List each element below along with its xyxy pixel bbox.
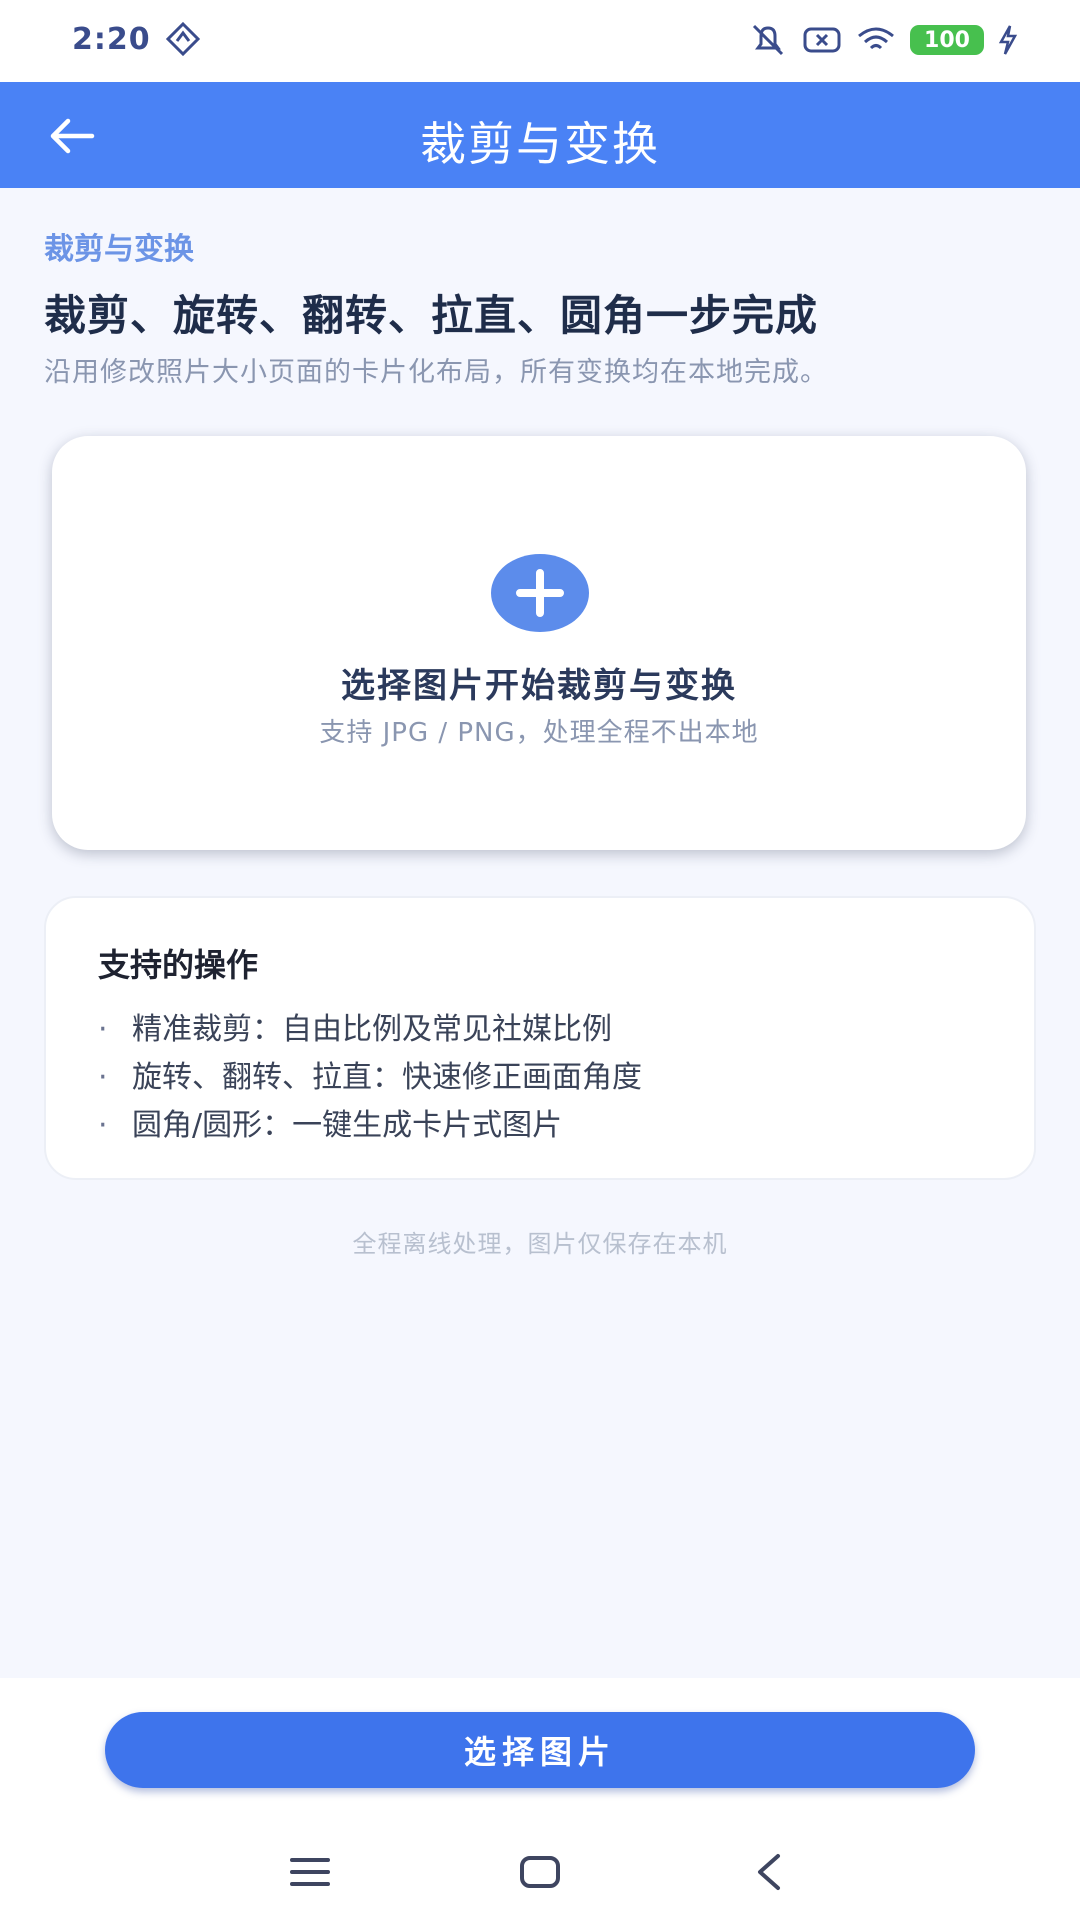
- home-square-icon: [520, 1856, 560, 1888]
- plus-icon: [516, 569, 564, 617]
- features-card: 支持的操作 · 精准裁剪：自由比例及常见社媒比例 · 旋转、翻转、拉直：快速修正画面…: [44, 896, 1036, 1180]
- upload-card-subtitle: 支持 JPG / PNG，处理全程不出本地: [319, 718, 759, 748]
- add-image-button[interactable]: [491, 554, 589, 632]
- status-bar: 2:20 100: [0, 0, 1080, 82]
- list-item: · 精准裁剪：自由比例及常见社媒比例: [98, 1006, 642, 1054]
- navigation-diamond-icon: [166, 22, 200, 56]
- upload-card-title: 选择图片开始裁剪与变换: [341, 666, 737, 706]
- offline-footnote: 全程离线处理，图片仅保存在本机: [352, 1230, 728, 1258]
- status-icons: 100: [748, 20, 1018, 60]
- wifi-icon: [858, 27, 894, 50]
- bullet-icon: ·: [98, 1060, 108, 1095]
- bullet-icon: ·: [98, 1012, 108, 1047]
- page-title: 裁剪与变换: [420, 117, 660, 171]
- nav-home-button[interactable]: [510, 1842, 570, 1902]
- charging-bolt-icon: [998, 25, 1018, 55]
- status-time: 2:20: [72, 22, 151, 57]
- bullet-icon: ·: [98, 1108, 108, 1143]
- nav-back-button[interactable]: [740, 1842, 800, 1902]
- battery-level: 100: [910, 25, 984, 55]
- system-nav-bar: [0, 1828, 1080, 1908]
- list-item: · 圆角/圆形：一键生成卡片式图片: [98, 1102, 642, 1150]
- section-eyebrow: 裁剪与变换: [44, 232, 194, 267]
- feature-list: · 精准裁剪：自由比例及常见社媒比例 · 旋转、翻转、拉直：快速修正画面角度 · 圆角…: [98, 1006, 642, 1150]
- list-item: · 旋转、翻转、拉直：快速修正画面角度: [98, 1054, 642, 1102]
- menu-icon: [290, 1858, 330, 1886]
- sim-error-icon: [803, 27, 841, 53]
- upload-card[interactable]: 选择图片开始裁剪与变换 支持 JPG / PNG，处理全程不出本地: [52, 436, 1026, 850]
- subhead: 沿用修改照片大小页面的卡片化布局，所有变换均在本地完成。: [44, 357, 828, 388]
- nav-menu-button[interactable]: [280, 1842, 340, 1902]
- headline: 裁剪、旋转、翻转、拉直、圆角一步完成: [44, 291, 819, 340]
- bottom-area: 选择图片: [0, 1678, 1080, 1920]
- features-title: 支持的操作: [98, 946, 259, 984]
- app-bar: 裁剪与变换: [0, 82, 1080, 188]
- select-image-button[interactable]: 选择图片: [105, 1712, 975, 1788]
- chevron-left-icon: [758, 1854, 780, 1890]
- mute-bell-icon: [752, 24, 784, 56]
